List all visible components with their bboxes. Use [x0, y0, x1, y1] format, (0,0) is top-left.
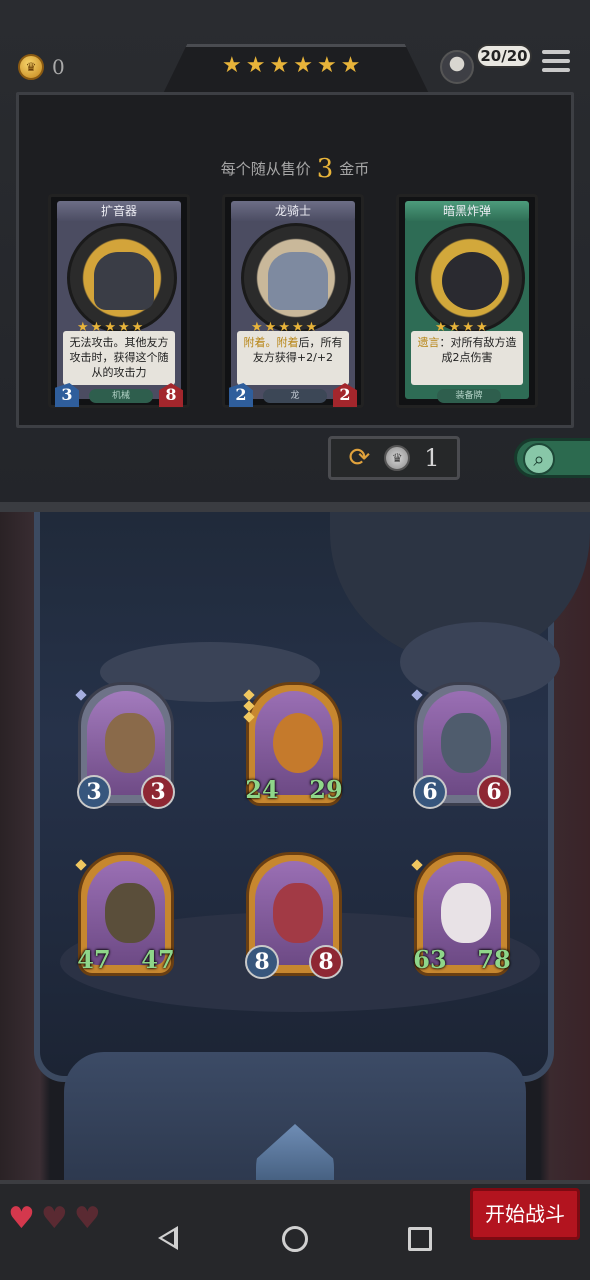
card-name: 扩音器 [57, 201, 181, 221]
card-art [241, 223, 351, 333]
search-button[interactable]: ⌕ [514, 438, 590, 478]
card-description: 遗言：对所有敌方造成2点伤害 [411, 331, 523, 385]
back-icon[interactable] [158, 1226, 178, 1250]
star-icon: ★ [222, 53, 242, 78]
sell-price-value: 3 [316, 154, 334, 184]
minion-health: 47 [141, 945, 175, 974]
hamburger-icon[interactable] [542, 50, 570, 74]
board-minion[interactable]: 47 47 [75, 852, 175, 976]
star-icon: ★ [269, 53, 290, 78]
minion-health: 6 [477, 775, 511, 809]
gold-value: 0 [52, 55, 65, 79]
system-nav-bar [0, 1206, 590, 1280]
refresh-arrows-icon: ⟳ [348, 443, 371, 473]
magnifier-icon: ⌕ [523, 443, 555, 475]
gold-counter: ♛ 0 [18, 54, 65, 80]
shop-card-dark-bomb[interactable]: 暗黑炸弹 ★ ★ ★ ★ 遗言：对所有敌方造成2点伤害 装备牌 [396, 194, 538, 408]
board-minion[interactable]: 63 78 [411, 852, 511, 976]
star-icon: ★ [340, 53, 361, 78]
player-avatar[interactable] [440, 50, 474, 84]
minion-attack: 63 [413, 945, 447, 974]
card-description: 无法攻击。其他友方攻击时，获得这个随从的攻击力 [63, 331, 175, 385]
minion-attack: 47 [77, 945, 111, 974]
minion-attack: 3 [77, 775, 111, 809]
card-name: 龙骑士 [231, 201, 355, 221]
refresh-button[interactable]: ⟳ ♛ 1 [328, 436, 460, 480]
minion-health: 29 [309, 775, 343, 804]
recent-apps-icon[interactable] [408, 1227, 432, 1251]
card-art [415, 223, 525, 333]
home-icon[interactable] [282, 1226, 308, 1252]
board-minion[interactable]: 3 3 [75, 682, 175, 809]
crown-coin-icon: ♛ [18, 54, 44, 80]
card-tribe-tag: 龙 [263, 389, 327, 403]
shop-card-amplifier[interactable]: 扩音器 ★ ★ ★ ★ ★ 无法攻击。其他友方攻击时，获得这个随从的攻击力 机械 3 8 [48, 194, 190, 408]
shop-card-dragon-knight[interactable]: 龙骑士 ★ ★ ★ ★ ★ 附着。附着后，所有友方获得+2/+2 龙 2 2 [222, 194, 364, 408]
shop-panel: ★ ★ ★ ★ ★ ★ ♛ 0 20/20 每个随从售价 3 金币 扩音器 ★ ★ ★ ★… [0, 0, 590, 512]
card-art [67, 223, 177, 333]
minion-health: 3 [141, 775, 175, 809]
sell-price-text: 每个随从售价 3 金币 [220, 154, 370, 184]
card-name: 暗黑炸弹 [405, 201, 529, 221]
board-minion[interactable]: 6 6 [411, 682, 511, 809]
card-tribe-tag: 机械 [89, 389, 153, 403]
card-description: 附着。附着后，所有友方获得+2/+2 [237, 331, 349, 385]
refresh-cost: 1 [424, 444, 440, 472]
board-minion[interactable]: 8 8 [245, 852, 343, 979]
board-minion[interactable]: 24 29 [243, 682, 343, 806]
star-icon: ★ [316, 53, 337, 78]
minion-attack: 6 [413, 775, 447, 809]
minion-health: 78 [477, 945, 511, 974]
minion-health: 8 [309, 945, 343, 979]
silver-coin-icon: ♛ [384, 445, 411, 471]
population-counter: 20/20 [476, 44, 532, 68]
star-icon: ★ [245, 53, 266, 78]
star-icon: ★ [293, 53, 313, 78]
minion-attack: 8 [245, 945, 279, 979]
card-type-tag: 装备牌 [437, 389, 501, 403]
tavern-tier-stars: ★ ★ ★ ★ ★ ★ [222, 55, 360, 77]
minion-attack: 24 [245, 775, 279, 804]
